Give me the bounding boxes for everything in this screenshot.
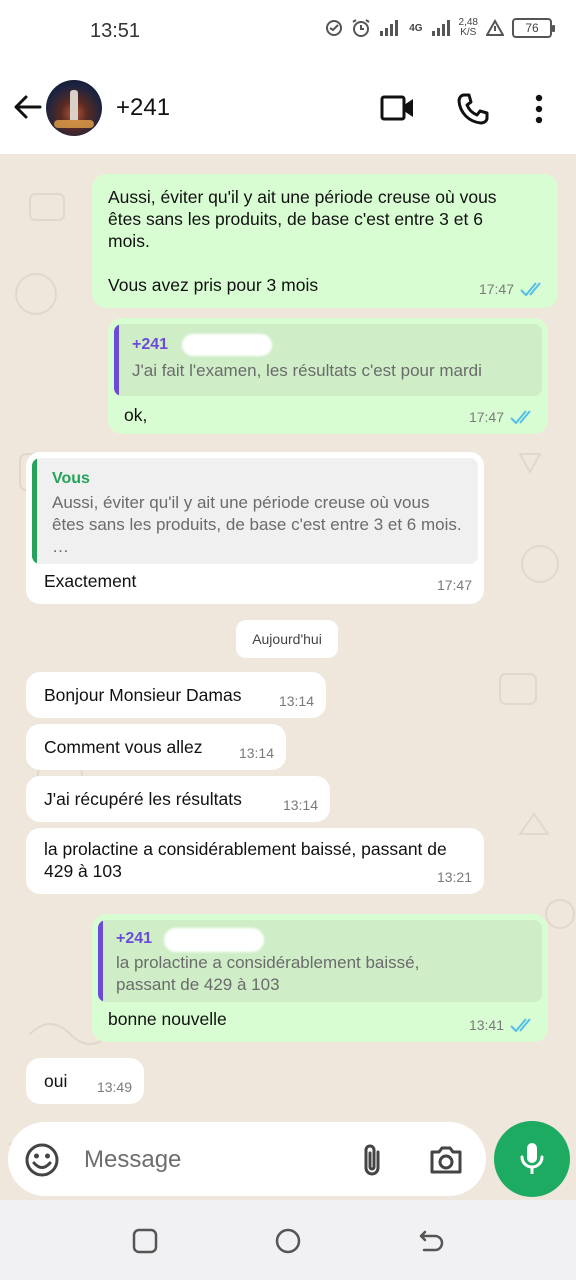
message-time: 13:21	[436, 869, 472, 885]
alarm-icon	[352, 19, 370, 37]
message-meta: 13:21	[437, 866, 472, 888]
message-meta: 17:47	[469, 406, 536, 428]
message-text: Comment vous allez	[44, 737, 203, 757]
system-nav-bar	[0, 1200, 576, 1280]
quoted-message[interactable]: Vous Aussi, éviter qu'il y ait une pério…	[32, 458, 478, 564]
message-time: 17:47	[468, 409, 504, 425]
message-text: oui	[44, 1071, 68, 1091]
emoji-icon[interactable]	[24, 1142, 60, 1178]
contact-name[interactable]: +241	[116, 94, 170, 122]
chat-header: +241	[0, 64, 576, 154]
message-time: 13:14	[282, 797, 318, 813]
phone-icon[interactable]	[456, 92, 490, 126]
redaction-mark	[164, 928, 264, 952]
message-meta: 17:47	[437, 574, 472, 596]
read-receipt-icon	[510, 1018, 531, 1033]
message-text: la prolactine a considérablement baissé,…	[44, 839, 452, 881]
date-divider: Aujourd'hui	[236, 620, 338, 658]
message-bubble-outgoing[interactable]: Aussi, éviter qu'il y ait une période cr…	[92, 174, 558, 308]
battery-icon: 76	[512, 18, 555, 38]
more-options-icon[interactable]	[534, 94, 544, 124]
message-time: 17:47	[436, 577, 472, 593]
quote-bar	[32, 458, 37, 564]
warning-icon	[486, 19, 504, 36]
quote-bar	[114, 324, 119, 396]
message-bubble-incoming[interactable]: oui 13:49	[26, 1058, 144, 1104]
video-call-icon[interactable]	[380, 94, 416, 122]
status-time: 13:51	[90, 20, 141, 42]
back-nav-icon[interactable]	[418, 1228, 444, 1254]
message-time: 13:41	[468, 1017, 504, 1033]
message-time: 13:14	[278, 693, 314, 709]
message-bubble-outgoing[interactable]: +241 J'ai fait l'examen, les résultats c…	[108, 318, 548, 434]
message-composer: Message	[0, 1118, 576, 1200]
quote-author: +241	[116, 930, 153, 947]
quote-text: Aussi, éviter qu'il y ait une période cr…	[52, 493, 462, 556]
message-meta: 13:41	[469, 1014, 536, 1036]
message-text: J'ai récupéré les résultats	[44, 789, 242, 809]
message-meta: 13:14	[279, 690, 314, 712]
message-bubble-incoming[interactable]: Vous Aussi, éviter qu'il y ait une pério…	[26, 452, 484, 604]
recent-apps-icon[interactable]	[132, 1228, 158, 1254]
network-type: 4G	[409, 22, 423, 34]
message-meta: 13:49	[97, 1076, 132, 1098]
attach-icon[interactable]	[358, 1142, 386, 1178]
message-bubble-incoming[interactable]: Bonjour Monsieur Damas 13:14	[26, 672, 326, 718]
message-time: 13:49	[96, 1079, 132, 1095]
message-meta: 13:14	[239, 742, 274, 764]
mic-button[interactable]	[494, 1121, 570, 1197]
message-meta: 13:14	[283, 794, 318, 816]
do-not-disturb-icon	[326, 20, 343, 36]
read-receipt-icon	[510, 410, 531, 425]
signal-icon	[380, 20, 399, 36]
message-bubble-incoming[interactable]: J'ai récupéré les résultats 13:14	[26, 776, 330, 822]
quote-author: +241	[132, 336, 169, 353]
message-text: Bonjour Monsieur Damas	[44, 685, 242, 705]
message-input[interactable]: Message	[8, 1122, 486, 1196]
message-text: ok,	[124, 405, 148, 425]
quote-text: J'ai fait l'examen, les résultats c'est …	[132, 361, 482, 380]
status-icons: 4G 2,48 K/S 76	[325, 17, 555, 38]
message-time: 17:47	[478, 281, 514, 297]
quote-author: Vous	[52, 470, 90, 487]
avatar[interactable]	[46, 80, 102, 136]
message-bubble-incoming[interactable]: la prolactine a considérablement baissé,…	[26, 828, 484, 894]
read-receipt-icon	[520, 282, 541, 297]
message-text: bonne nouvelle	[108, 1009, 227, 1029]
quote-text: la prolactine a considérablement baissé,…	[116, 953, 420, 994]
status-bar: 13:51 4G 2,48 K/S 76	[0, 0, 576, 64]
mic-icon	[520, 1143, 544, 1174]
camera-icon[interactable]	[428, 1144, 464, 1176]
message-list[interactable]: Aussi, éviter qu'il y ait une période cr…	[0, 154, 576, 1200]
redaction-mark	[182, 334, 272, 356]
message-meta: 17:47	[479, 278, 546, 300]
quoted-message[interactable]: +241 la prolactine a considérablement ba…	[98, 920, 542, 1002]
message-bubble-incoming[interactable]: Comment vous allez 13:14	[26, 724, 286, 770]
message-bubble-outgoing[interactable]: +241 la prolactine a considérablement ba…	[92, 914, 548, 1042]
message-text: Exactement	[44, 571, 137, 591]
message-placeholder[interactable]: Message	[84, 1146, 181, 1174]
signal-icon-2	[431, 20, 450, 36]
message-text: Aussi, éviter qu'il y ait une période cr…	[108, 187, 497, 295]
quote-bar	[98, 920, 103, 1002]
home-icon[interactable]	[275, 1228, 301, 1254]
quoted-message[interactable]: +241 J'ai fait l'examen, les résultats c…	[114, 324, 542, 396]
back-arrow-icon[interactable]	[12, 92, 42, 122]
message-time: 13:14	[238, 745, 274, 761]
network-speed: 2,48 K/S	[458, 17, 478, 38]
